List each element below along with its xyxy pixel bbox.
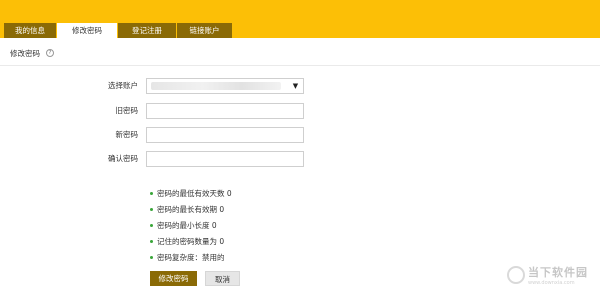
top-bar: 我的信息 修改密码 登记注册 链接账户 <box>0 0 600 38</box>
watermark-logo-icon <box>507 266 525 284</box>
new-password-label: 新密码 <box>115 130 139 139</box>
tab-my-info[interactable]: 我的信息 <box>4 23 56 38</box>
help-circle-icon[interactable]: ? <box>46 49 54 57</box>
bullet-dot-icon <box>150 223 153 227</box>
rule-text: 密码的最低有效天数 0 <box>157 188 232 198</box>
list-item: 密码的最低有效天数 0 <box>150 185 232 201</box>
change-password-button[interactable]: 修改密码 <box>150 271 197 286</box>
cancel-button[interactable]: 取消 <box>205 271 240 286</box>
list-item: 记住的密码数量为 0 <box>150 233 232 249</box>
account-select[interactable]: ▼ <box>146 78 304 94</box>
rule-text: 密码的最长有效期 0 <box>157 204 225 214</box>
section-header: 修改密码 ? <box>10 47 54 59</box>
bullet-dot-icon <box>150 239 153 243</box>
bullet-dot-icon <box>150 207 153 211</box>
old-password-field[interactable] <box>146 103 304 119</box>
bullet-dot-icon <box>150 255 153 259</box>
old-password-row: 旧密码 <box>0 103 600 119</box>
new-password-field[interactable] <box>146 127 304 143</box>
old-password-label: 旧密码 <box>115 106 139 115</box>
list-item: 密码的最长有效期 0 <box>150 201 232 217</box>
confirm-password-field[interactable] <box>146 151 304 167</box>
tab-register[interactable]: 登记注册 <box>118 23 176 38</box>
confirm-password-label: 确认密码 <box>108 154 138 163</box>
bullet-dot-icon <box>150 191 153 195</box>
tab-link-account[interactable]: 链接账户 <box>177 23 232 38</box>
watermark-sub: www.downxia.com <box>528 280 575 286</box>
account-label: 选择账户 <box>108 81 138 90</box>
divider <box>0 65 600 66</box>
tab-bar: 我的信息 修改密码 登记注册 链接账户 <box>4 23 232 38</box>
rule-text: 记住的密码数量为 0 <box>157 236 225 246</box>
watermark-text: 当下软件园 www.downxia.com <box>528 264 588 286</box>
list-item: 密码复杂度：禁用的 <box>150 249 232 265</box>
new-password-row: 新密码 <box>0 127 600 143</box>
watermark-main: 当下软件园 <box>528 266 588 279</box>
list-item: 密码的最小长度 0 <box>150 217 232 233</box>
chevron-down-icon: ▼ <box>292 82 299 90</box>
password-policy-list: 密码的最低有效天数 0 密码的最长有效期 0 密码的最小长度 0 记住的密码数量… <box>150 185 232 265</box>
rule-text: 密码的最小长度 0 <box>157 220 217 230</box>
account-select-value <box>151 82 281 90</box>
rule-text: 密码复杂度：禁用的 <box>157 252 225 262</box>
tab-change-password[interactable]: 修改密码 <box>57 23 117 38</box>
confirm-password-row: 确认密码 <box>0 151 600 167</box>
section-title: 修改密码 <box>10 48 40 58</box>
site-watermark: 当下软件园 www.downxia.com <box>507 262 597 288</box>
account-row: 选择账户 ▼ <box>0 78 600 94</box>
